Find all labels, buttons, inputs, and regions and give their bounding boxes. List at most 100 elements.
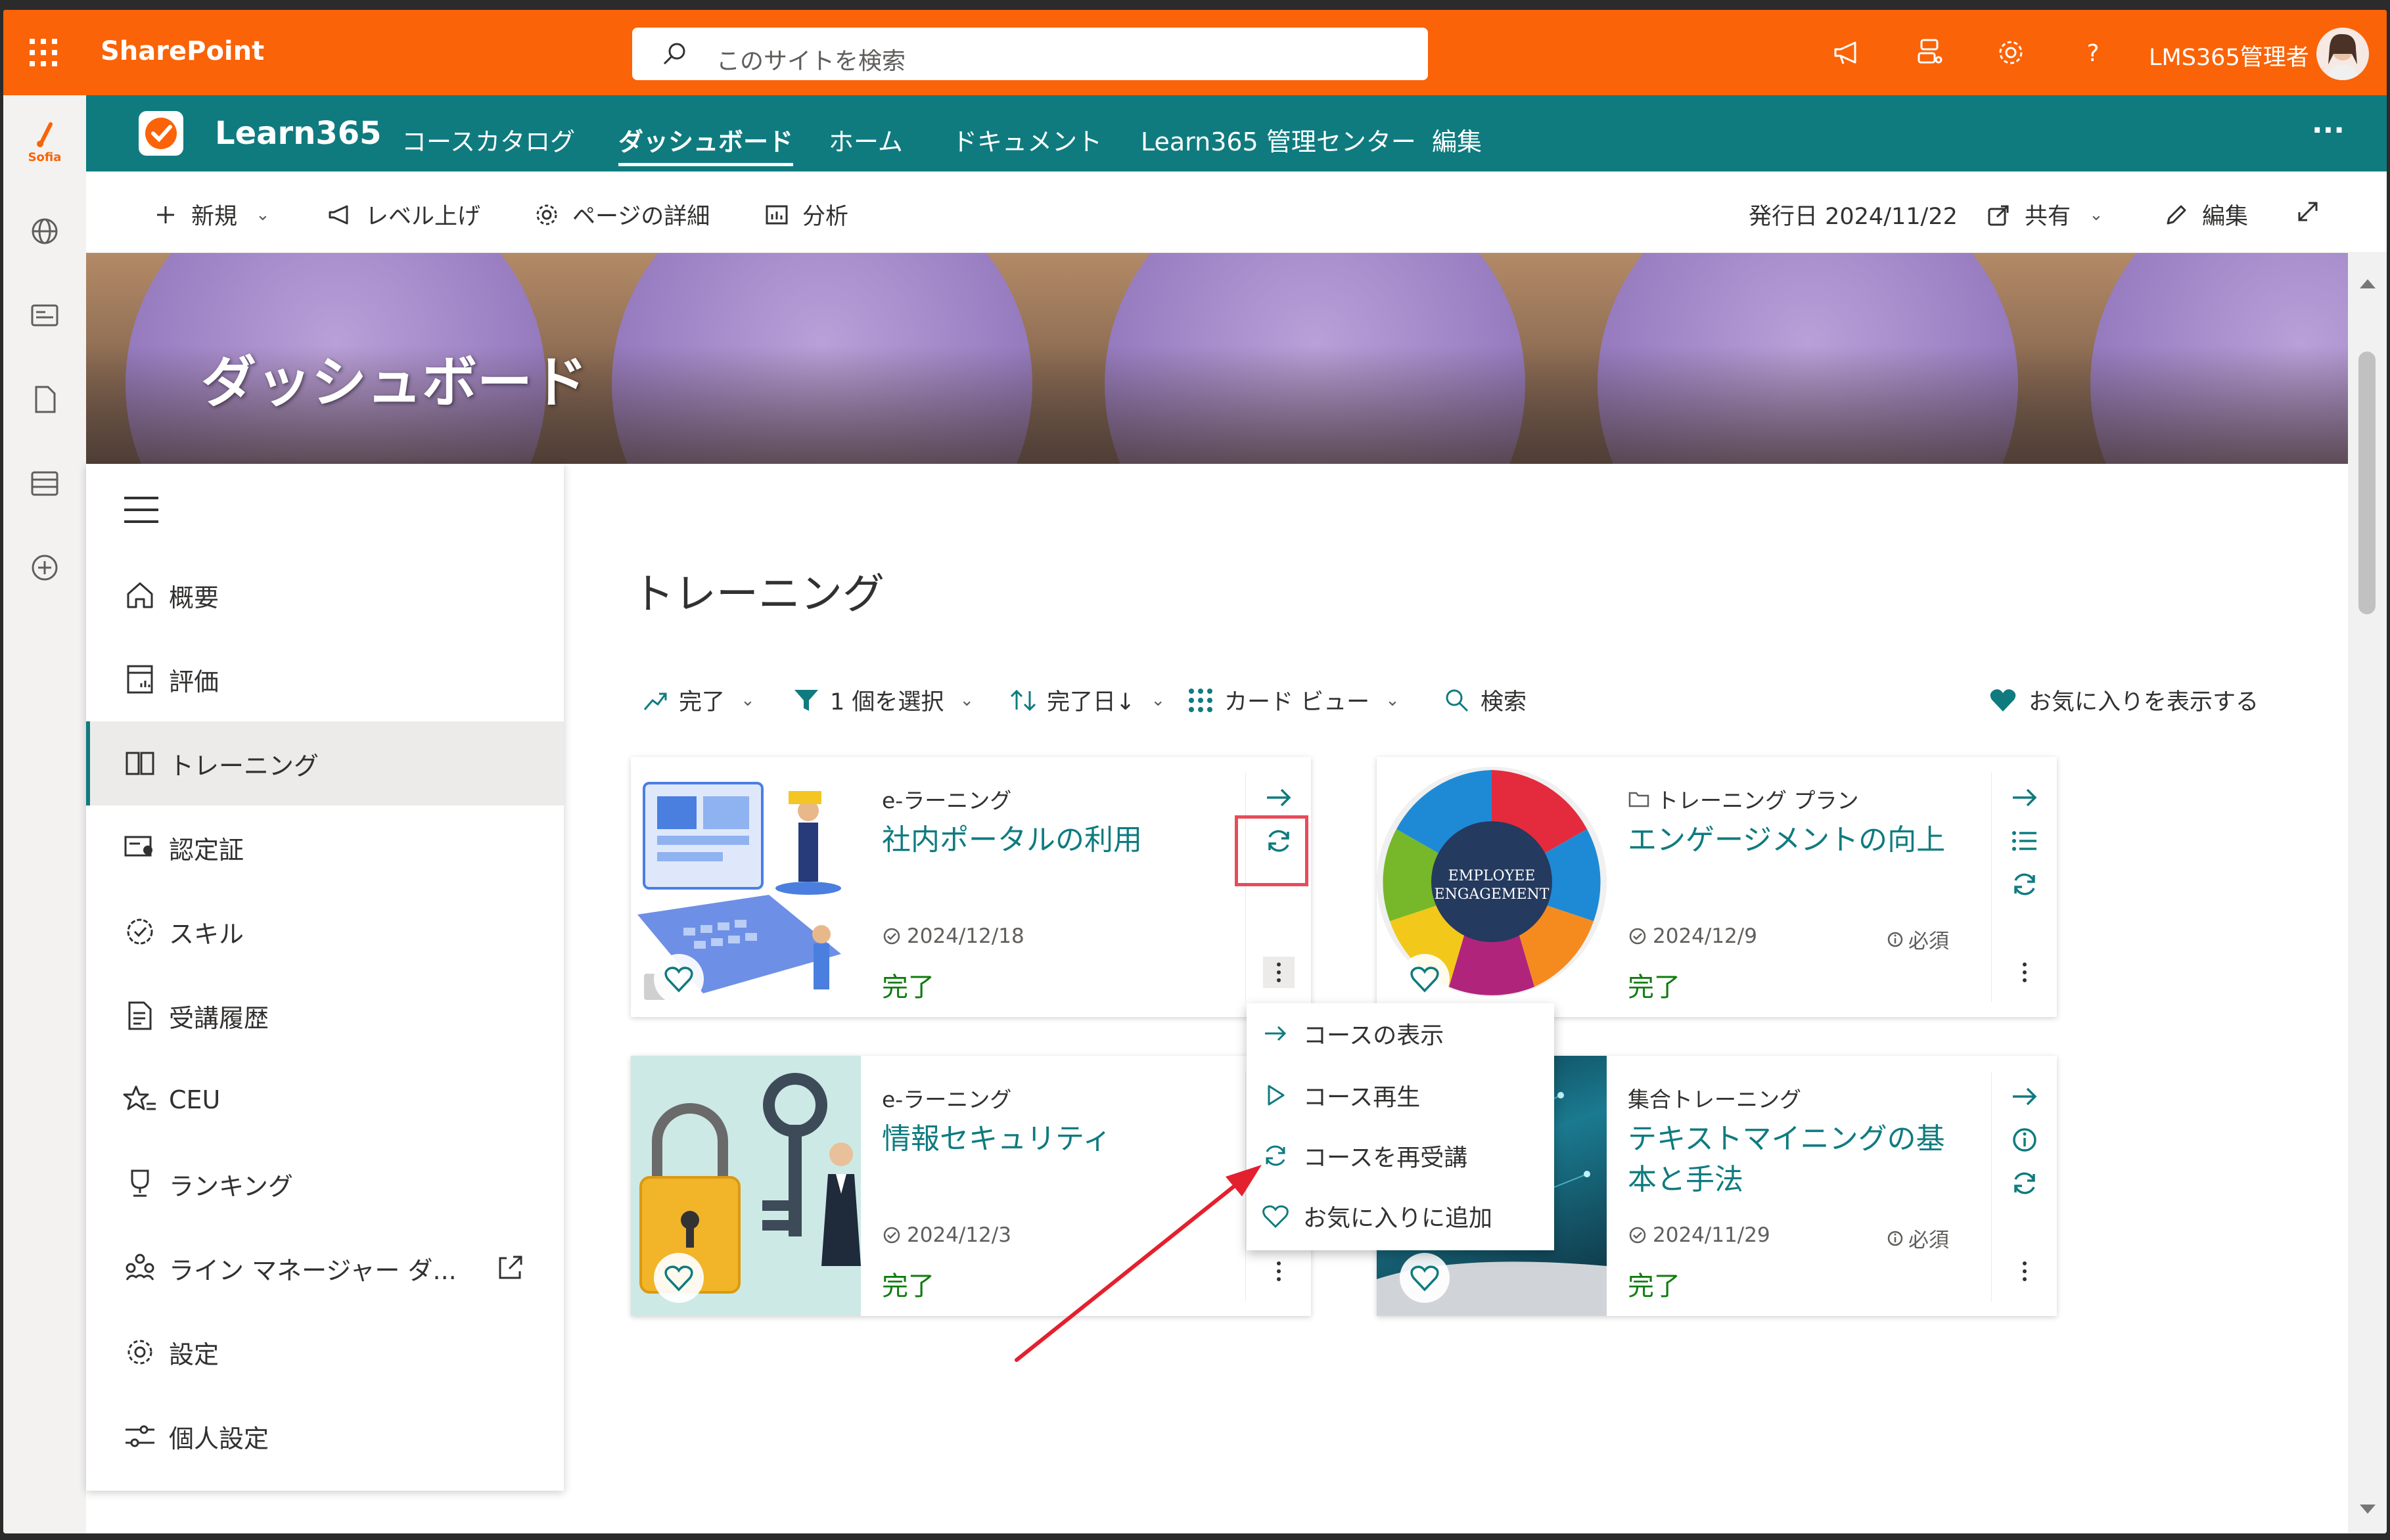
course-title[interactable]: 社内ポータルの利用 (882, 820, 1224, 861)
completion-date: 2024/11/29 (1628, 1223, 1770, 1247)
chevron-down-icon: ⌄ (2089, 204, 2103, 225)
file-icon[interactable] (27, 382, 62, 417)
user-name[interactable]: LMS365管理者 (2149, 39, 2309, 72)
add-circle-icon[interactable] (27, 550, 62, 585)
scroll-down-icon[interactable] (2360, 1505, 2376, 1514)
status-filter-label: 完了 (679, 689, 725, 715)
news-icon[interactable] (27, 298, 62, 333)
show-favorites-toggle[interactable]: お気に入りを表示する (1988, 683, 2259, 717)
favorite-heart-button[interactable] (1400, 1253, 1450, 1303)
hub-link-dashboard[interactable]: ダッシュボード (618, 122, 794, 166)
promote-button[interactable]: レベル上げ (326, 198, 480, 231)
hub-link-documents[interactable]: ドキュメント (952, 122, 1102, 158)
course-title[interactable]: エンゲージメントの向上 (1628, 820, 1969, 861)
bullet-list-icon[interactable] (2009, 825, 2040, 857)
funnel-icon (794, 689, 818, 711)
chevron-down-icon: ⌄ (741, 690, 755, 710)
sofia-logo[interactable]: Sofia (23, 122, 66, 165)
edit-button[interactable]: 編集 (2163, 198, 2248, 231)
course-type: e-ラーニング (882, 788, 1012, 813)
nav-item-line-manager[interactable]: ライン マネージャー ダ... (86, 1226, 564, 1310)
favorite-heart-button[interactable] (654, 954, 704, 1004)
sort-filter[interactable]: 完了日↓ ⌄ (1009, 683, 1165, 717)
arrow-right-icon[interactable] (2009, 1081, 2040, 1112)
arrow-right-icon[interactable] (2009, 782, 2040, 813)
completion-date: 2024/12/3 (882, 1223, 1011, 1247)
menu-item-view-course[interactable]: コースの表示 (1247, 1003, 1554, 1064)
view-switcher[interactable]: カード ビュー ⌄ (1186, 683, 1400, 717)
course-card[interactable]: e-ラーニング 社内ポータルの利用 2024/12/18 完了 (631, 757, 1311, 1017)
menu-item-retake-course[interactable]: コースを再受講 (1247, 1125, 1554, 1186)
analytics-button[interactable]: 分析 (763, 198, 848, 231)
expand-button[interactable] (2294, 198, 2322, 225)
more-actions-button[interactable] (2009, 957, 2040, 988)
page-details-button[interactable]: ページの詳細 (533, 198, 710, 231)
user-avatar[interactable] (2316, 28, 2369, 80)
expand-icon (2298, 202, 2318, 221)
status-badge: 完了 (882, 1271, 934, 1302)
megaphone-icon[interactable] (1830, 36, 1863, 69)
card-actions (1245, 773, 1311, 1003)
view-label: カード ビュー (1224, 689, 1370, 715)
list-icon[interactable] (27, 466, 62, 501)
nav-item-overview[interactable]: 概要 (86, 553, 564, 637)
scroll-up-icon[interactable] (2360, 279, 2376, 288)
course-card[interactable]: EMPLOYEE ENGAGEMENT トレーニング プラン エンゲージメントの… (1377, 757, 2057, 1017)
favorite-heart-button[interactable] (1400, 954, 1450, 1004)
nav-item-skills[interactable]: スキル (86, 890, 564, 974)
info-icon[interactable] (2009, 1124, 2040, 1156)
hub-title[interactable]: Learn365 (215, 115, 382, 152)
globe-icon[interactable] (27, 214, 62, 249)
refresh-icon[interactable] (2009, 1167, 2040, 1199)
refresh-icon[interactable] (2009, 869, 2040, 900)
nav-item-personal-settings[interactable]: 個人設定 (86, 1394, 564, 1478)
hub-link-home[interactable]: ホーム (829, 122, 903, 158)
search-filter[interactable]: 検索 (1442, 683, 1527, 717)
play-icon (1268, 1085, 1285, 1106)
share-label: 共有 (2025, 204, 2071, 230)
arrow-right-icon (1265, 1026, 1287, 1041)
brand-name[interactable]: SharePoint (101, 36, 264, 66)
hub-link-admin-center[interactable]: Learn365 管理センター (1141, 122, 1416, 158)
nav-item-assessment[interactable]: 評価 (86, 637, 564, 721)
menu-toggle-icon[interactable] (124, 497, 158, 523)
nav-item-ranking[interactable]: ランキング (86, 1142, 564, 1226)
hub-link-edit[interactable]: 編集 (1432, 122, 1482, 158)
heart-outline-icon (1410, 966, 1439, 993)
search-icon (1446, 689, 1469, 712)
more-actions-button[interactable] (1263, 957, 1295, 988)
favorite-heart-button[interactable] (654, 1253, 704, 1303)
app-launcher-icon[interactable] (30, 39, 57, 66)
nav-item-ceu[interactable]: CEU (86, 1058, 564, 1142)
site-search-input[interactable]: このサイトを検索 (632, 28, 1428, 80)
nav-item-certificates[interactable]: 認定証 (86, 805, 564, 890)
more-actions-button[interactable] (2009, 1256, 2040, 1287)
settings-icon[interactable] (1994, 36, 2027, 69)
command-bar: 新規 ⌄ レベル上げ ページの詳細 分析 発行日 2024/11/22 共有 ⌄ 編… (86, 171, 2387, 253)
chevron-down-icon: ⌄ (1151, 690, 1166, 710)
selection-filter[interactable]: 1 個を選択 ⌄ (792, 683, 974, 717)
scroll-thumb[interactable] (2358, 351, 2376, 614)
plus-icon (157, 206, 174, 223)
arrow-right-icon[interactable] (1263, 782, 1295, 813)
external-link-icon[interactable] (494, 1252, 526, 1284)
share-button[interactable]: 共有 ⌄ (1985, 198, 2103, 231)
vertical-scrollbar[interactable] (2348, 253, 2387, 1533)
nav-item-settings[interactable]: 設定 (86, 1310, 564, 1394)
nav-item-training[interactable]: トレーニング (86, 721, 564, 805)
more-icon[interactable]: ··· (2312, 114, 2345, 147)
feedback-icon[interactable] (1912, 36, 1945, 69)
nav-item-history[interactable]: 受講履歴 (86, 974, 564, 1058)
new-button[interactable]: 新規 ⌄ (152, 198, 270, 231)
required-badge: 必須 (1886, 924, 1949, 954)
status-filter[interactable]: 完了 ⌄ (641, 683, 755, 717)
date-text: 2024/12/3 (907, 1223, 1011, 1247)
learn365-logo-icon[interactable] (139, 111, 183, 156)
course-thumbnail (631, 1056, 861, 1316)
search-label: 検索 (1481, 689, 1527, 715)
hub-link-course-catalog[interactable]: コースカタログ (402, 122, 575, 158)
menu-item-add-favorite[interactable]: お気に入りに追加 (1247, 1186, 1554, 1246)
course-title[interactable]: テキストマイニングの基本と手法 (1628, 1119, 1969, 1200)
help-icon[interactable]: ? (2077, 36, 2109, 69)
menu-item-play-course[interactable]: コース再生 (1247, 1065, 1554, 1125)
